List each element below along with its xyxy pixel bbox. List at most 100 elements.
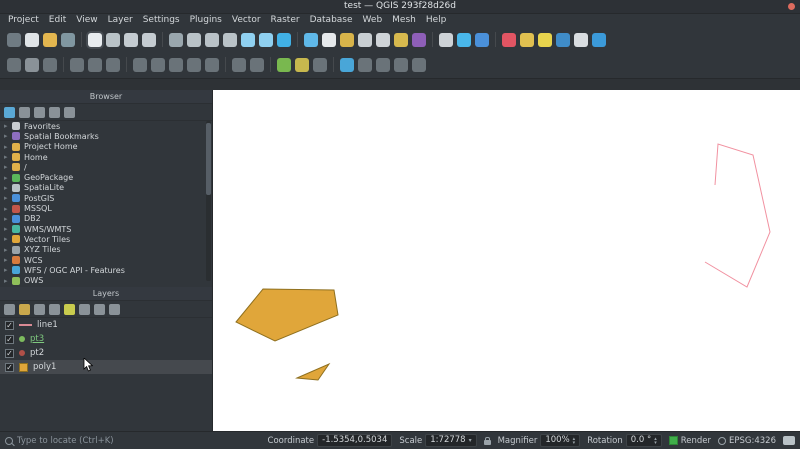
remove-layer-icon[interactable]	[109, 303, 120, 315]
expander-icon[interactable]: ▸	[4, 194, 12, 202]
browser-item-db2[interactable]: ▸ DB2	[0, 214, 212, 224]
menu-project[interactable]: Project	[3, 14, 44, 27]
zoom-last-icon[interactable]	[241, 32, 255, 47]
zoom-in-icon[interactable]	[124, 32, 138, 47]
cut-features-icon[interactable]	[169, 57, 183, 72]
save-project-icon[interactable]	[61, 32, 75, 47]
expander-icon[interactable]: ▸	[4, 163, 12, 171]
undo-icon[interactable]	[232, 57, 246, 72]
browser-item-geopackage[interactable]: ▸ GeoPackage	[0, 172, 212, 182]
zoom-next-icon[interactable]	[259, 32, 273, 47]
menu-layer[interactable]: Layer	[103, 14, 138, 27]
layer-item-pt2[interactable]: ✓ pt2	[0, 346, 212, 360]
zoom-to-layer-icon[interactable]	[223, 32, 237, 47]
open-layer-styling-icon[interactable]	[4, 303, 15, 315]
modify-attributes-icon[interactable]	[133, 57, 147, 72]
filter-legend-icon[interactable]	[49, 303, 60, 315]
browser-item-ows[interactable]: ▸ OWS	[0, 275, 212, 285]
layer-visibility-checkbox[interactable]: ✓	[5, 348, 14, 358]
vertex-tool-icon[interactable]	[106, 57, 120, 72]
crs-value[interactable]: EPSG:4326	[729, 436, 776, 446]
zoom-to-selection-icon[interactable]	[205, 32, 219, 47]
manage-map-themes-icon[interactable]	[34, 303, 45, 315]
rotation-spinbox[interactable]: 0.0 ° ▴ ▾	[625, 434, 662, 447]
browser-refresh-icon[interactable]	[4, 106, 15, 118]
identify-features-icon[interactable]	[304, 32, 318, 47]
browser-scrollbar[interactable]	[206, 121, 211, 281]
browser-item-xyz-tiles[interactable]: ▸ XYZ Tiles	[0, 245, 212, 255]
new-map-view-icon[interactable]	[169, 32, 183, 47]
new-project-icon[interactable]	[25, 32, 39, 47]
expand-all-icon[interactable]	[79, 303, 90, 315]
select-by-expression-icon[interactable]	[358, 32, 372, 47]
expander-icon[interactable]: ▸	[4, 153, 12, 161]
select-features-icon[interactable]	[322, 32, 336, 47]
menu-edit[interactable]: Edit	[44, 14, 71, 27]
expander-icon[interactable]: ▸	[4, 235, 12, 243]
new-annotation-icon[interactable]	[394, 57, 408, 72]
collapse-all-icon[interactable]	[49, 106, 60, 118]
layer-labeling-icon[interactable]	[340, 57, 354, 72]
menu-database[interactable]: Database	[305, 14, 358, 27]
locate-input[interactable]: Type to locate (Ctrl+K)	[5, 436, 173, 446]
menu-help[interactable]: Help	[421, 14, 452, 27]
statistical-summary-icon[interactable]	[412, 32, 426, 47]
save-layer-edits-icon[interactable]	[43, 57, 57, 72]
coordinate-field[interactable]: -1.5354,0.5034	[317, 434, 393, 447]
open-project-icon[interactable]	[43, 32, 57, 47]
layer-visibility-checkbox[interactable]: ✓	[5, 320, 14, 330]
menu-mesh[interactable]: Mesh	[387, 14, 421, 27]
layer-item-pt3[interactable]: ✓ pt3	[0, 332, 212, 346]
python-console-icon[interactable]	[556, 32, 570, 47]
expander-icon[interactable]: ▸	[4, 205, 12, 213]
zoom-full-icon[interactable]	[187, 32, 201, 47]
toggle-editing-icon[interactable]	[25, 57, 39, 72]
browser-item-wcs[interactable]: ▸ WCS	[0, 255, 212, 265]
menu-view[interactable]: View	[71, 14, 102, 27]
help-contents-icon[interactable]	[574, 32, 588, 47]
expander-icon[interactable]: ▸	[4, 122, 12, 130]
expander-icon[interactable]: ▸	[4, 143, 12, 151]
pan-to-selection-icon[interactable]	[106, 32, 120, 47]
browser-item-mssql[interactable]: ▸ MSSQL	[0, 203, 212, 213]
digitize-with-segment-icon[interactable]	[277, 57, 291, 72]
temporal-controller-icon[interactable]	[457, 32, 471, 47]
delete-selected-icon[interactable]	[151, 57, 165, 72]
expander-icon[interactable]: ▸	[4, 225, 12, 233]
add-selected-layers-icon[interactable]	[19, 106, 30, 118]
layer-visibility-checkbox[interactable]: ✓	[5, 334, 14, 344]
properties-widget-icon[interactable]	[64, 106, 75, 118]
render-checkbox[interactable]	[668, 436, 678, 445]
browser-item-favorites[interactable]: ▸ Favorites	[0, 121, 212, 131]
browser-item-postgis[interactable]: ▸ PostGIS	[0, 193, 212, 203]
deselect-features-icon[interactable]	[340, 32, 354, 47]
spinner-arrows-icon[interactable]: ▴ ▾	[573, 436, 576, 445]
browser-scrollbar-thumb[interactable]	[206, 123, 211, 195]
browser-item-[interactable]: ▸ /	[0, 162, 212, 172]
menu-raster[interactable]: Raster	[266, 14, 305, 27]
add-feature-icon[interactable]	[70, 57, 84, 72]
expander-icon[interactable]: ▸	[4, 174, 12, 182]
annotations-icon[interactable]	[538, 32, 552, 47]
expander-icon[interactable]: ▸	[4, 184, 12, 192]
menu-vector[interactable]: Vector	[227, 14, 266, 27]
add-group-icon[interactable]	[19, 303, 30, 315]
filter-by-expression-icon[interactable]	[64, 303, 75, 315]
pan-map-icon[interactable]	[88, 32, 102, 47]
layer-item-line1[interactable]: ✓ line1	[0, 318, 212, 332]
browser-item-spatial-bookmarks[interactable]: ▸ Spatial Bookmarks	[0, 131, 212, 141]
paste-features-icon[interactable]	[205, 57, 219, 72]
expander-icon[interactable]: ▸	[4, 246, 12, 254]
field-calculator-icon[interactable]	[394, 32, 408, 47]
snapping-options-icon[interactable]	[313, 57, 327, 72]
new-bookmark-icon[interactable]	[475, 32, 489, 47]
collapse-all-layers-icon[interactable]	[94, 303, 105, 315]
current-edits-icon[interactable]	[7, 57, 21, 72]
menu-settings[interactable]: Settings	[138, 14, 185, 27]
magnifier-spinbox[interactable]: 100% ▴ ▾	[540, 434, 581, 447]
scale-combobox[interactable]: 1:72778 ▾	[425, 434, 477, 447]
messages-icon[interactable]	[783, 436, 795, 445]
copy-features-icon[interactable]	[187, 57, 201, 72]
expander-icon[interactable]: ▸	[4, 132, 12, 140]
processing-toolbox-icon[interactable]	[592, 32, 606, 47]
